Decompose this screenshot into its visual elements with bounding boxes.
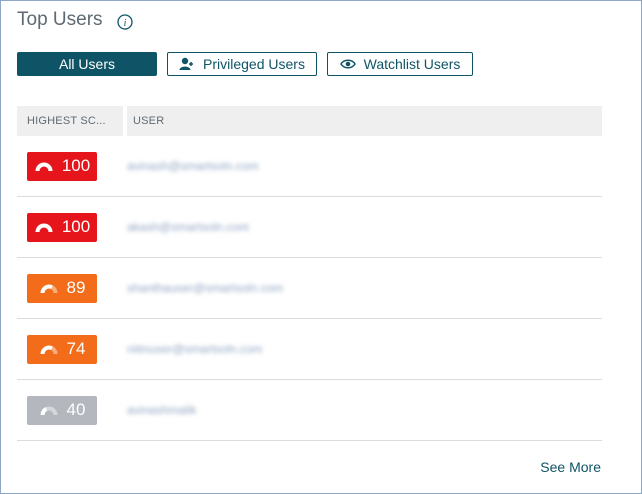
privileged-user-icon xyxy=(179,57,195,71)
gauge-icon xyxy=(35,162,53,171)
svg-text:i: i xyxy=(123,18,126,29)
table-row[interactable]: 100 avinash@smartsoln.com xyxy=(17,136,602,197)
score-value: 74 xyxy=(66,339,86,358)
score-badge: 74 xyxy=(27,334,97,364)
score-badge: 89 xyxy=(27,273,97,303)
score-value: 100 xyxy=(61,156,91,175)
user-name[interactable]: nitinuser@smartsoln.com xyxy=(127,342,263,356)
table-row[interactable]: 89 shanthauser@smartsoln.com xyxy=(17,258,602,319)
score-value: 40 xyxy=(66,400,86,419)
gauge-icon xyxy=(40,284,58,293)
tab-label: Privileged Users xyxy=(203,56,305,72)
title-row: Top Users i xyxy=(17,9,133,31)
tab-label: Watchlist Users xyxy=(363,56,461,72)
score-value: 100 xyxy=(61,217,91,236)
column-header-user[interactable]: USER xyxy=(127,115,164,127)
tab-watchlist-users[interactable]: Watchlist Users xyxy=(327,52,473,76)
info-icon[interactable]: i xyxy=(116,13,133,30)
table-row[interactable]: 74 nitinuser@smartsoln.com xyxy=(17,319,602,380)
tab-all-users[interactable]: All Users xyxy=(17,52,157,76)
score-value: 89 xyxy=(66,278,86,297)
top-users-table: HIGHEST SC... USER 100 avinash@smartsoln… xyxy=(17,106,602,441)
gauge-icon xyxy=(40,345,58,354)
column-header-highest-score[interactable]: HIGHEST SC... xyxy=(17,115,123,127)
score-badge: 100 xyxy=(27,151,97,181)
gauge-icon xyxy=(40,405,58,415)
user-name[interactable]: akash@smartsoln.com xyxy=(127,220,249,234)
top-users-panel: Top Users i All Users Privileged Users W… xyxy=(0,0,642,494)
table-header: HIGHEST SC... USER xyxy=(17,106,602,136)
eye-icon xyxy=(339,58,356,70)
table-row[interactable]: 40 avinashmalik xyxy=(17,380,602,441)
score-badge: 100 xyxy=(27,212,97,242)
user-name[interactable]: avinashmalik xyxy=(127,403,196,417)
gauge-icon xyxy=(35,223,53,232)
tab-privileged-users[interactable]: Privileged Users xyxy=(167,52,317,76)
user-filter-tabs: All Users Privileged Users Watchlist Use… xyxy=(17,52,473,76)
score-badge: 40 xyxy=(27,395,97,425)
panel-title: Top Users xyxy=(17,9,103,30)
see-more-link[interactable]: See More xyxy=(540,459,601,475)
tab-label: All Users xyxy=(58,56,115,72)
table-row[interactable]: 100 akash@smartsoln.com xyxy=(17,197,602,258)
user-name[interactable]: shanthauser@smartsoln.com xyxy=(127,281,283,295)
user-name[interactable]: avinash@smartsoln.com xyxy=(127,159,259,173)
